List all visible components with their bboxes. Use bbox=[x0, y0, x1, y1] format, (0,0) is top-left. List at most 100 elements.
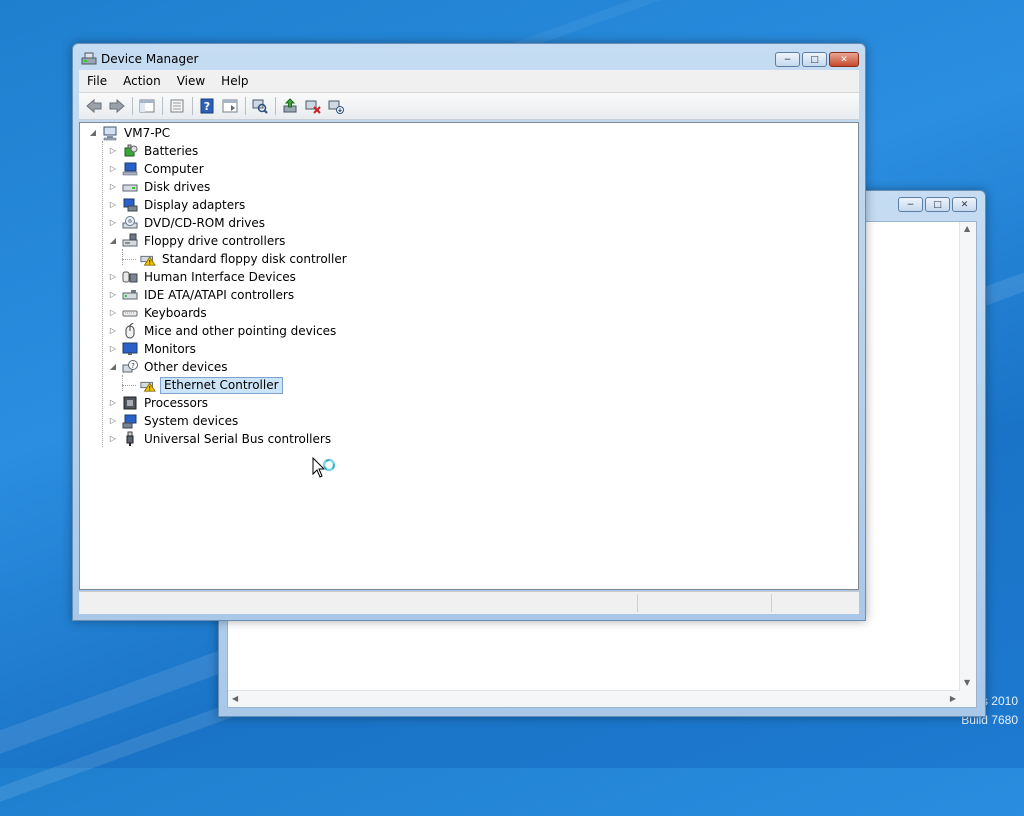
expand-icon[interactable]: ▷ bbox=[108, 142, 118, 160]
tree-item-label: Processors bbox=[144, 396, 209, 410]
collapse-icon[interactable]: ◢ bbox=[88, 124, 98, 142]
keyboard-icon bbox=[122, 305, 138, 321]
minimize-button[interactable]: − bbox=[775, 52, 800, 67]
tree-item-processors[interactable]: ▷ Processors bbox=[108, 394, 210, 412]
tree-child-ethernet-controller[interactable]: Ethernet Controller bbox=[140, 376, 283, 394]
device-manager-icon bbox=[81, 52, 97, 65]
expand-icon[interactable]: ▷ bbox=[108, 412, 118, 430]
tree-item-label: Keyboards bbox=[144, 306, 207, 320]
tree-item-display-adapters[interactable]: ▷ Display adapters bbox=[108, 196, 247, 214]
horizontal-scrollbar[interactable]: ◀ ▶ bbox=[228, 690, 960, 707]
display-adapter-icon bbox=[122, 197, 138, 213]
tree-item-label: Disk drives bbox=[144, 180, 211, 194]
computer-icon bbox=[122, 161, 138, 177]
tree-item-system-devices[interactable]: ▷ System devices bbox=[108, 412, 240, 430]
tree-item-label: IDE ATA/ATAPI controllers bbox=[144, 288, 295, 302]
device-manager-window[interactable]: Device Manager − □ ✕ File Action View He… bbox=[72, 43, 866, 621]
hid-icon bbox=[122, 269, 138, 285]
scan-hardware-icon[interactable] bbox=[249, 96, 271, 116]
tree-item-label: Mice and other pointing devices bbox=[144, 324, 337, 338]
console-tree-icon[interactable] bbox=[136, 96, 158, 116]
floppy-controller-icon bbox=[122, 233, 138, 249]
scroll-left-icon[interactable]: ◀ bbox=[232, 694, 238, 703]
status-bar bbox=[79, 591, 859, 614]
scroll-right-icon[interactable]: ▶ bbox=[950, 694, 956, 703]
expand-icon[interactable]: ▷ bbox=[108, 268, 118, 286]
tree-item-keyboards[interactable]: ▷ Keyboards bbox=[108, 304, 209, 322]
tree-item-mice[interactable]: ▷ Mice and other pointing devices bbox=[108, 322, 338, 340]
maximize-button[interactable]: □ bbox=[802, 52, 827, 67]
minimize-button[interactable]: − bbox=[898, 197, 923, 212]
monitor-icon bbox=[122, 341, 138, 357]
view-icon[interactable] bbox=[219, 96, 241, 116]
computer-icon bbox=[102, 125, 118, 141]
processor-icon bbox=[122, 395, 138, 411]
tree-item-batteries[interactable]: ▷ Batteries bbox=[108, 142, 200, 160]
expand-icon[interactable]: ▷ bbox=[108, 322, 118, 340]
disable-icon[interactable] bbox=[325, 96, 347, 116]
expand-icon[interactable]: ▷ bbox=[108, 286, 118, 304]
device-tree[interactable]: ◢ VM7-PC ▷ Batteries ▷ Computer ▷ Disk d… bbox=[79, 122, 859, 590]
tree-item-monitors[interactable]: ▷ Monitors bbox=[108, 340, 198, 358]
tree-item-other-devices[interactable]: ◢ ? Other devices bbox=[108, 358, 230, 376]
tree-item-computer[interactable]: ▷ Computer bbox=[108, 160, 206, 178]
expand-icon[interactable]: ▷ bbox=[108, 430, 118, 448]
menu-help[interactable]: Help bbox=[213, 74, 256, 88]
tree-connector bbox=[122, 249, 123, 265]
maximize-button[interactable]: □ bbox=[925, 197, 950, 212]
window-title: Device Manager bbox=[101, 52, 199, 66]
scroll-up-icon[interactable]: ▲ bbox=[964, 224, 970, 233]
collapse-icon[interactable]: ◢ bbox=[108, 358, 118, 376]
help-icon[interactable]: ? bbox=[196, 96, 218, 116]
disk-drive-icon bbox=[122, 179, 138, 195]
back-icon[interactable] bbox=[83, 96, 105, 116]
battery-icon bbox=[122, 143, 138, 159]
expand-icon[interactable]: ▷ bbox=[108, 214, 118, 232]
tree-item-dvd-drives[interactable]: ▷ DVD/CD-ROM drives bbox=[108, 214, 267, 232]
tree-connector bbox=[102, 141, 103, 447]
tree-connector bbox=[122, 385, 136, 386]
tree-item-label: Batteries bbox=[144, 144, 199, 158]
tree-item-label: DVD/CD-ROM drives bbox=[144, 216, 266, 230]
expand-icon[interactable]: ▷ bbox=[108, 160, 118, 178]
toolbar-separator bbox=[275, 97, 276, 115]
ide-controller-icon bbox=[122, 287, 138, 303]
menu-bar: File Action View Help bbox=[79, 70, 859, 93]
tree-item-disk-drives[interactable]: ▷ Disk drives bbox=[108, 178, 212, 196]
expand-icon[interactable]: ▷ bbox=[108, 394, 118, 412]
close-button[interactable]: ✕ bbox=[952, 197, 977, 212]
caption-buttons: − □ ✕ bbox=[898, 197, 977, 212]
update-driver-icon[interactable] bbox=[279, 96, 301, 116]
tree-item-ide-controllers[interactable]: ▷ IDE ATA/ATAPI controllers bbox=[108, 286, 296, 304]
vertical-scrollbar[interactable]: ▲ ▼ bbox=[959, 222, 976, 707]
tree-connector bbox=[122, 259, 136, 260]
scroll-down-icon[interactable]: ▼ bbox=[964, 678, 970, 687]
title-bar[interactable]: Device Manager bbox=[73, 44, 865, 72]
tree-item-usb-controllers[interactable]: ▷ Universal Serial Bus controllers bbox=[108, 430, 333, 448]
tree-child-standard-floppy[interactable]: Standard floppy disk controller bbox=[140, 250, 349, 268]
tree-item-floppy-controllers[interactable]: ◢ Floppy drive controllers bbox=[108, 232, 287, 250]
tree-item-label: Other devices bbox=[144, 360, 228, 374]
uninstall-icon[interactable] bbox=[302, 96, 324, 116]
tree-root[interactable]: ◢ VM7-PC bbox=[88, 124, 172, 142]
expand-icon[interactable]: ▷ bbox=[108, 196, 118, 214]
tree-item-label: Floppy drive controllers bbox=[144, 234, 286, 248]
toolbar: ? bbox=[79, 93, 859, 120]
collapse-icon[interactable]: ◢ bbox=[108, 232, 118, 250]
menu-action[interactable]: Action bbox=[115, 74, 169, 88]
dvd-drive-icon bbox=[122, 215, 138, 231]
tree-item-label: Display adapters bbox=[144, 198, 246, 212]
expand-icon[interactable]: ▷ bbox=[108, 340, 118, 358]
menu-view[interactable]: View bbox=[169, 74, 213, 88]
busy-cursor-icon bbox=[312, 457, 336, 478]
menu-file[interactable]: File bbox=[79, 74, 115, 88]
tree-item-label: Human Interface Devices bbox=[144, 270, 296, 284]
expand-icon[interactable]: ▷ bbox=[108, 304, 118, 322]
tree-item-hid[interactable]: ▷ Human Interface Devices bbox=[108, 268, 298, 286]
usb-icon bbox=[122, 431, 138, 447]
properties-icon[interactable] bbox=[166, 96, 188, 116]
toolbar-separator bbox=[162, 97, 163, 115]
forward-icon[interactable] bbox=[106, 96, 128, 116]
close-button[interactable]: ✕ bbox=[829, 52, 859, 67]
expand-icon[interactable]: ▷ bbox=[108, 178, 118, 196]
